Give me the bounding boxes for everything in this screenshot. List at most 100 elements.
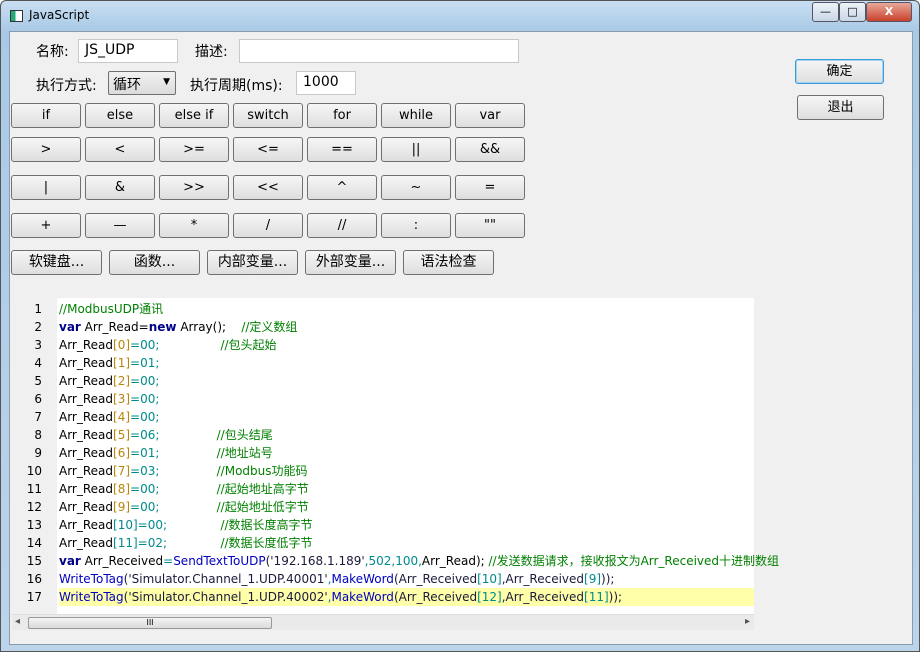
key-button[interactable]: <= <box>233 137 303 162</box>
line-number: 6 <box>34 392 42 406</box>
key-button[interactable]: << <box>233 175 303 200</box>
name-input[interactable]: JS_UDP <box>78 39 178 63</box>
code-token: =00; <box>130 338 160 352</box>
mode-select[interactable]: 循环 ▼ <box>108 71 176 95</box>
code-line[interactable]: 17 WriteToTag('Simulator.Channel_1.UDP.40… <box>12 588 754 606</box>
client-area: 名称: JS_UDP 描述: 执行方式: 循环 ▼ 执行周期(ms): 1000 … <box>9 31 913 645</box>
code-line[interactable]: 9 Arr_Read[6]=01; //地址站号 <box>12 444 754 462</box>
code-text: var Arr_Received=SendTextToUDP('192.168.… <box>59 552 779 570</box>
key-button[interactable]: >= <box>159 137 229 162</box>
maximize-button[interactable]: □ <box>839 2 866 22</box>
key-button[interactable]: > <box>11 137 81 162</box>
code-token: WriteToTag <box>59 572 124 586</box>
code-token: [0] <box>113 338 131 352</box>
code-token: [5] <box>113 428 131 442</box>
key-button[interactable]: || <box>381 137 451 162</box>
key-button[interactable]: var <box>455 103 525 128</box>
code-token: var <box>59 320 81 334</box>
description-label: 描述: <box>195 44 228 60</box>
key-button[interactable]: — <box>85 213 155 238</box>
key-button[interactable]: else <box>85 103 155 128</box>
code-text: Arr_Read[8]=00; //起始地址高字节 <box>59 480 309 498</box>
key-button[interactable]: | <box>11 175 81 200</box>
code-line[interactable]: 10 Arr_Read[7]=03; //Modbus功能码 <box>12 462 754 480</box>
code-token: =06; <box>130 428 160 442</box>
key-button[interactable]: >> <box>159 175 229 200</box>
code-token: ('Simulator.Channel_1.UDP.40001' <box>123 572 328 586</box>
tool-button[interactable]: 语法检查 <box>403 250 494 275</box>
key-button[interactable]: "" <box>455 213 525 238</box>
code-line[interactable]: 11 Arr_Read[8]=00; //起始地址高字节 <box>12 480 754 498</box>
line-number: 14 <box>26 536 42 550</box>
tool-button[interactable]: 外部变量... <box>305 250 396 275</box>
minimize-button[interactable]: — <box>812 2 839 22</box>
description-input[interactable] <box>239 39 519 63</box>
code-line[interactable]: 8 Arr_Read[5]=06; //包头结尾 <box>12 426 754 444</box>
code-line[interactable]: 4 Arr_Read[1]=01; <box>12 354 754 372</box>
code-line[interactable]: 2 var Arr_Read=new Array(); //定义数组 <box>12 318 754 336</box>
scroll-left-arrow[interactable]: ◂ <box>15 616 20 627</box>
code-line[interactable]: 1 //ModbusUDP通讯 <box>12 300 754 318</box>
code-token: ,Arr_Received <box>501 572 585 586</box>
key-button[interactable]: * <box>159 213 229 238</box>
code-token: [9] <box>113 500 131 514</box>
ok-button[interactable]: 确定 <box>795 59 884 84</box>
key-button[interactable]: && <box>455 137 525 162</box>
code-line[interactable]: 15 var Arr_Received=SendTextToUDP('192.16… <box>12 552 779 570</box>
horizontal-scrollbar[interactable]: ◂ III ▸ <box>12 614 754 630</box>
key-button[interactable]: else if <box>159 103 229 128</box>
key-button[interactable]: // <box>307 213 377 238</box>
code-token: [10] <box>113 518 138 532</box>
exit-button[interactable]: 退出 <box>797 95 884 120</box>
code-line[interactable]: 7 Arr_Read[4]=00; <box>12 408 754 426</box>
code-text: WriteToTag('Simulator.Channel_1.UDP.4000… <box>59 588 754 606</box>
code-token: //起始地址高字节 <box>216 482 309 496</box>
key-button[interactable]: == <box>307 137 377 162</box>
key-button[interactable]: switch <box>233 103 303 128</box>
code-token: Array(); <box>176 320 242 334</box>
key-button[interactable]: = <box>455 175 525 200</box>
key-button[interactable]: if <box>11 103 81 128</box>
key-button[interactable]: ~ <box>381 175 451 200</box>
tool-button[interactable]: 函数... <box>109 250 200 275</box>
tool-button[interactable]: 内部变量... <box>207 250 298 275</box>
key-button[interactable]: + <box>11 213 81 238</box>
key-button[interactable]: & <box>85 175 155 200</box>
code-line[interactable]: 14 Arr_Read[11]=02; //数据长度低字节 <box>12 534 754 552</box>
key-button[interactable]: < <box>85 137 155 162</box>
key-button[interactable]: : <box>381 213 451 238</box>
code-line[interactable]: 5 Arr_Read[2]=00; <box>12 372 754 390</box>
code-token: //定义数组 <box>241 320 298 334</box>
app-icon <box>10 10 23 22</box>
code-line[interactable]: 16 WriteToTag('Simulator.Channel_1.UDP.40… <box>12 570 754 588</box>
code-token: )); <box>608 590 623 604</box>
tool-button[interactable]: 软键盘... <box>11 250 102 275</box>
key-button[interactable]: / <box>233 213 303 238</box>
code-token: =00; <box>130 500 160 514</box>
line-number: 4 <box>34 356 42 370</box>
scrollbar-thumb[interactable]: III <box>28 617 272 629</box>
code-text: Arr_Read[5]=06; //包头结尾 <box>59 426 273 444</box>
key-button[interactable]: ^ <box>307 175 377 200</box>
key-button[interactable]: while <box>381 103 451 128</box>
code-token: (Arr_Received <box>393 590 478 604</box>
code-token: [6] <box>113 446 131 460</box>
code-token: =01; <box>130 446 160 460</box>
code-token: //地址站号 <box>216 446 273 460</box>
code-line[interactable]: 6 Arr_Read[3]=00; <box>12 390 754 408</box>
key-button[interactable]: for <box>307 103 377 128</box>
code-line[interactable]: 3 Arr_Read[0]=00; //包头起始 <box>12 336 754 354</box>
code-text: Arr_Read[2]=00; <box>59 372 159 390</box>
code-token: //发送数据请求，接收报文为Arr_Received十进制数组 <box>488 554 780 568</box>
code-line[interactable]: 13 Arr_Read[10]=00; //数据长度高字节 <box>12 516 754 534</box>
code-token: ,Arr_Received <box>501 590 585 604</box>
code-editor[interactable]: 1//ModbusUDP通讯 2 var Arr_Read=new Array();… <box>12 298 779 630</box>
scroll-right-arrow[interactable]: ▸ <box>745 616 750 627</box>
code-text: Arr_Read[4]=00; <box>59 408 159 426</box>
period-input[interactable]: 1000 <box>296 71 356 95</box>
window-title: JavaScript <box>29 8 90 22</box>
code-line[interactable]: 12 Arr_Read[9]=00; //起始地址低字节 <box>12 498 754 516</box>
close-button[interactable]: X <box>866 2 912 22</box>
